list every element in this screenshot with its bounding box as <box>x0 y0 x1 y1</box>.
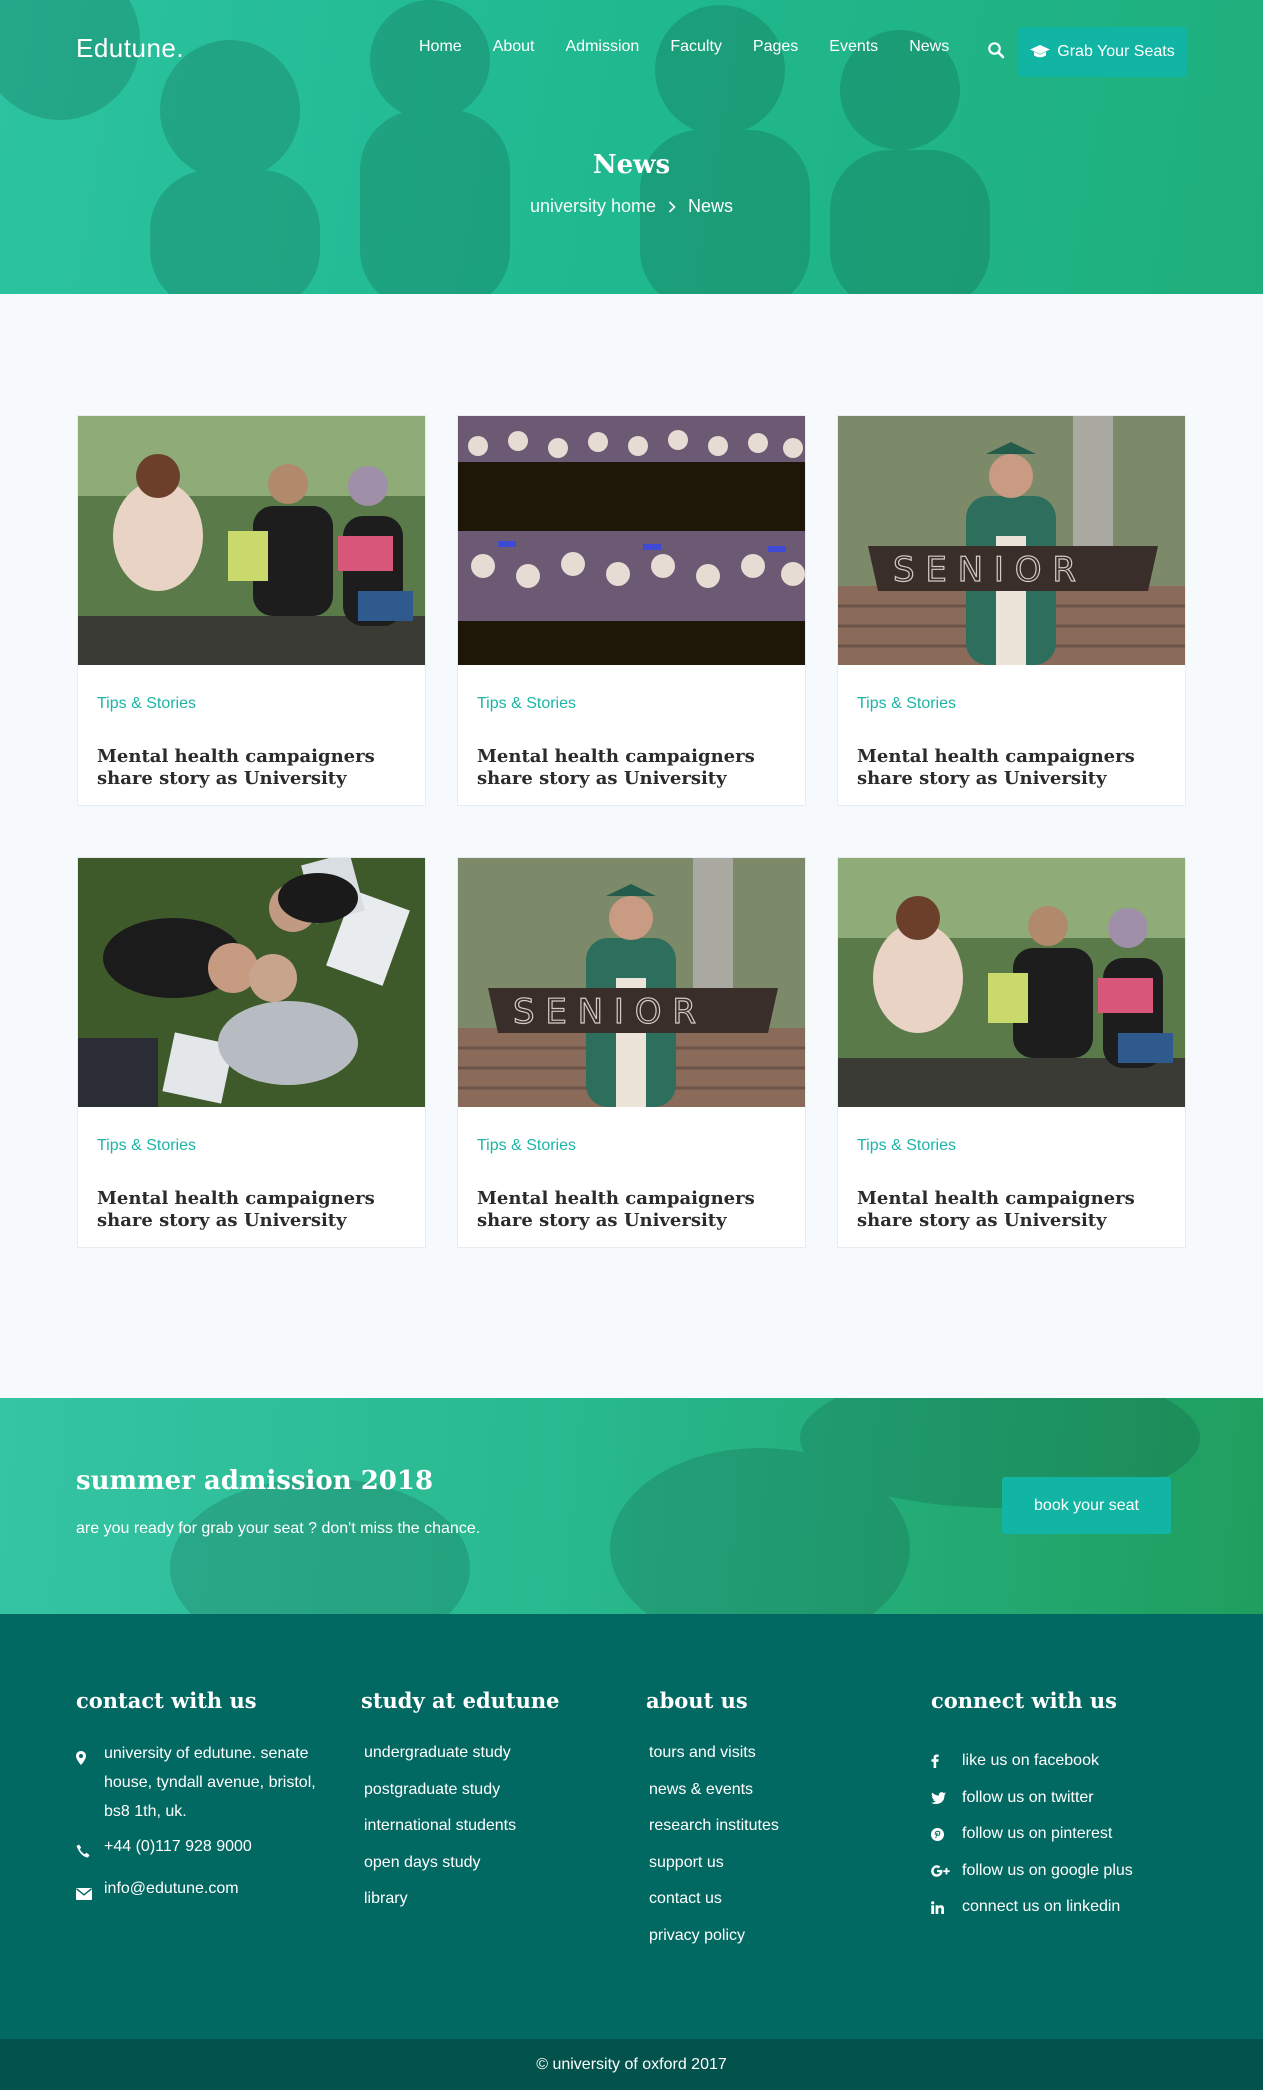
news-category[interactable]: Tips & Stories <box>97 695 196 713</box>
news-image-graduation-crowd <box>458 416 805 665</box>
news-image-students-reading <box>78 416 425 665</box>
nav-events[interactable]: Events <box>829 38 878 56</box>
phone-icon <box>76 1844 90 1858</box>
nav-home[interactable]: Home <box>419 38 462 56</box>
news-title[interactable]: Mental health campaigners share story as… <box>97 1188 407 1232</box>
twitter-icon <box>931 1791 946 1804</box>
news-card[interactable]: S E N I O R Tips & Stories Mental health… <box>837 415 1186 806</box>
news-image-senior-graduate: S E N I O R <box>838 416 1185 665</box>
footer-about-column: about us tours and visits news & events … <box>646 1688 779 1962</box>
breadcrumb-home-link[interactable]: university home <box>530 196 656 217</box>
footer-phone: +44 (0)117 928 9000 <box>76 1832 336 1868</box>
footer-contact-heading: contact with us <box>76 1688 257 1713</box>
news-title[interactable]: Mental health campaigners share story as… <box>477 746 787 790</box>
map-pin-icon <box>76 1751 86 1765</box>
news-image-students-reading <box>838 858 1185 1107</box>
news-category[interactable]: Tips & Stories <box>857 1137 956 1155</box>
admission-title: summer admission 2018 <box>76 1466 434 1496</box>
news-card[interactable]: Tips & Stories Mental health campaigners… <box>77 857 426 1248</box>
footer-link-news-events[interactable]: news & events <box>649 1780 779 1817</box>
news-card[interactable]: S E N I O R Tips & Stories Mental health… <box>457 857 806 1248</box>
footer-link-privacy[interactable]: privacy policy <box>649 1926 779 1963</box>
facebook-icon <box>931 1754 939 1769</box>
grab-your-seats-label: Grab Your Seats <box>1057 43 1175 60</box>
footer-link-research[interactable]: research institutes <box>649 1816 779 1853</box>
footer-link-open-days[interactable]: open days study <box>364 1853 560 1890</box>
footer-link-undergraduate[interactable]: undergraduate study <box>364 1743 560 1780</box>
search-icon[interactable] <box>987 41 1005 59</box>
footer-link-support[interactable]: support us <box>649 1853 779 1890</box>
footer-study-heading: study at edutune <box>361 1688 560 1713</box>
footer-link-library[interactable]: library <box>364 1889 560 1926</box>
footer-contact-column: contact with us university of edutune. s… <box>76 1688 336 1916</box>
footer-social-google-plus[interactable]: follow us on google plus <box>931 1853 1133 1890</box>
pinterest-label: follow us on pinterest <box>962 1825 1113 1843</box>
book-your-seat-button[interactable]: book your seat <box>1002 1477 1171 1534</box>
footer-link-tours[interactable]: tours and visits <box>649 1743 779 1780</box>
footer-address-text: university of edutune. senate house, tyn… <box>104 1745 316 1820</box>
news-title[interactable]: Mental health campaigners share story as… <box>97 746 407 790</box>
grab-your-seats-button[interactable]: Grab Your Seats <box>1018 27 1187 77</box>
news-title[interactable]: Mental health campaigners share story as… <box>857 746 1167 790</box>
site-footer: contact with us university of edutune. s… <box>0 1614 1263 2039</box>
chevron-right-icon <box>668 200 676 213</box>
google-plus-label: follow us on google plus <box>962 1861 1133 1879</box>
news-card[interactable]: Tips & Stories Mental health campaigners… <box>77 415 426 806</box>
footer-link-international[interactable]: international students <box>364 1816 560 1853</box>
footer-social-twitter[interactable]: follow us on twitter <box>931 1780 1133 1817</box>
news-image-senior-graduate: S E N I O R <box>458 858 805 1107</box>
footer-about-heading: about us <box>646 1688 748 1713</box>
footer-email-text[interactable]: info@edutune.com <box>104 1874 239 1910</box>
news-card[interactable]: Tips & Stories Mental health campaigners… <box>457 415 806 806</box>
news-category[interactable]: Tips & Stories <box>97 1137 196 1155</box>
footer-social-facebook[interactable]: like us on facebook <box>931 1743 1133 1780</box>
graduation-cap-icon <box>1030 45 1051 58</box>
pinterest-icon <box>931 1827 944 1841</box>
footer-address: university of edutune. senate house, tyn… <box>76 1739 336 1826</box>
footer-social-linkedin[interactable]: connect us on linkedin <box>931 1889 1133 1926</box>
nav-pages[interactable]: Pages <box>753 38 798 56</box>
hero-header: Edutune. Home About Admission Faculty Pa… <box>0 0 1263 294</box>
svg-text:S E N I O R: S E N I O R <box>893 550 1076 590</box>
footer-link-contact[interactable]: contact us <box>649 1889 779 1926</box>
envelope-icon <box>76 1888 92 1900</box>
main-nav: Home About Admission Faculty Pages Event… <box>419 38 1005 59</box>
linkedin-label: connect us on linkedin <box>962 1898 1121 1916</box>
news-category[interactable]: Tips & Stories <box>477 695 576 713</box>
nav-news[interactable]: News <box>909 38 949 56</box>
footer-social-pinterest[interactable]: follow us on pinterest <box>931 1816 1133 1853</box>
breadcrumb: university home News <box>0 196 1263 217</box>
copyright-bar: © university of oxford 2017 <box>0 2039 1263 2090</box>
nav-about[interactable]: About <box>493 38 535 56</box>
nav-faculty[interactable]: Faculty <box>670 38 722 56</box>
news-title[interactable]: Mental health campaigners share story as… <box>857 1188 1167 1232</box>
copyright-text: © university of oxford 2017 <box>536 2055 727 2073</box>
svg-text:S E N I O R: S E N I O R <box>513 992 696 1032</box>
news-image-students-on-grass <box>78 858 425 1107</box>
news-category[interactable]: Tips & Stories <box>477 1137 576 1155</box>
admission-banner: summer admission 2018 are you ready for … <box>0 1398 1263 1614</box>
twitter-label: follow us on twitter <box>962 1788 1094 1806</box>
admission-subtitle: are you ready for grab your seat ? don't… <box>76 1520 481 1537</box>
linkedin-icon <box>931 1900 944 1914</box>
footer-connect-heading: connect with us <box>931 1688 1117 1713</box>
footer-email: info@edutune.com <box>76 1874 336 1910</box>
google-plus-icon <box>931 1864 950 1877</box>
news-category[interactable]: Tips & Stories <box>857 695 956 713</box>
footer-link-postgraduate[interactable]: postgraduate study <box>364 1780 560 1817</box>
news-card[interactable]: Tips & Stories Mental health campaigners… <box>837 857 1186 1248</box>
breadcrumb-current: News <box>688 196 734 216</box>
page-title: News <box>592 150 671 180</box>
facebook-label: like us on facebook <box>962 1752 1099 1770</box>
nav-admission[interactable]: Admission <box>566 38 640 56</box>
footer-study-column: study at edutune undergraduate study pos… <box>361 1688 560 1926</box>
site-logo[interactable]: Edutune. <box>76 33 184 64</box>
news-title[interactable]: Mental health campaigners share story as… <box>477 1188 787 1232</box>
footer-connect-column: connect with us like us on facebook foll… <box>931 1688 1133 1926</box>
footer-phone-text[interactable]: +44 (0)117 928 9000 <box>104 1832 252 1868</box>
